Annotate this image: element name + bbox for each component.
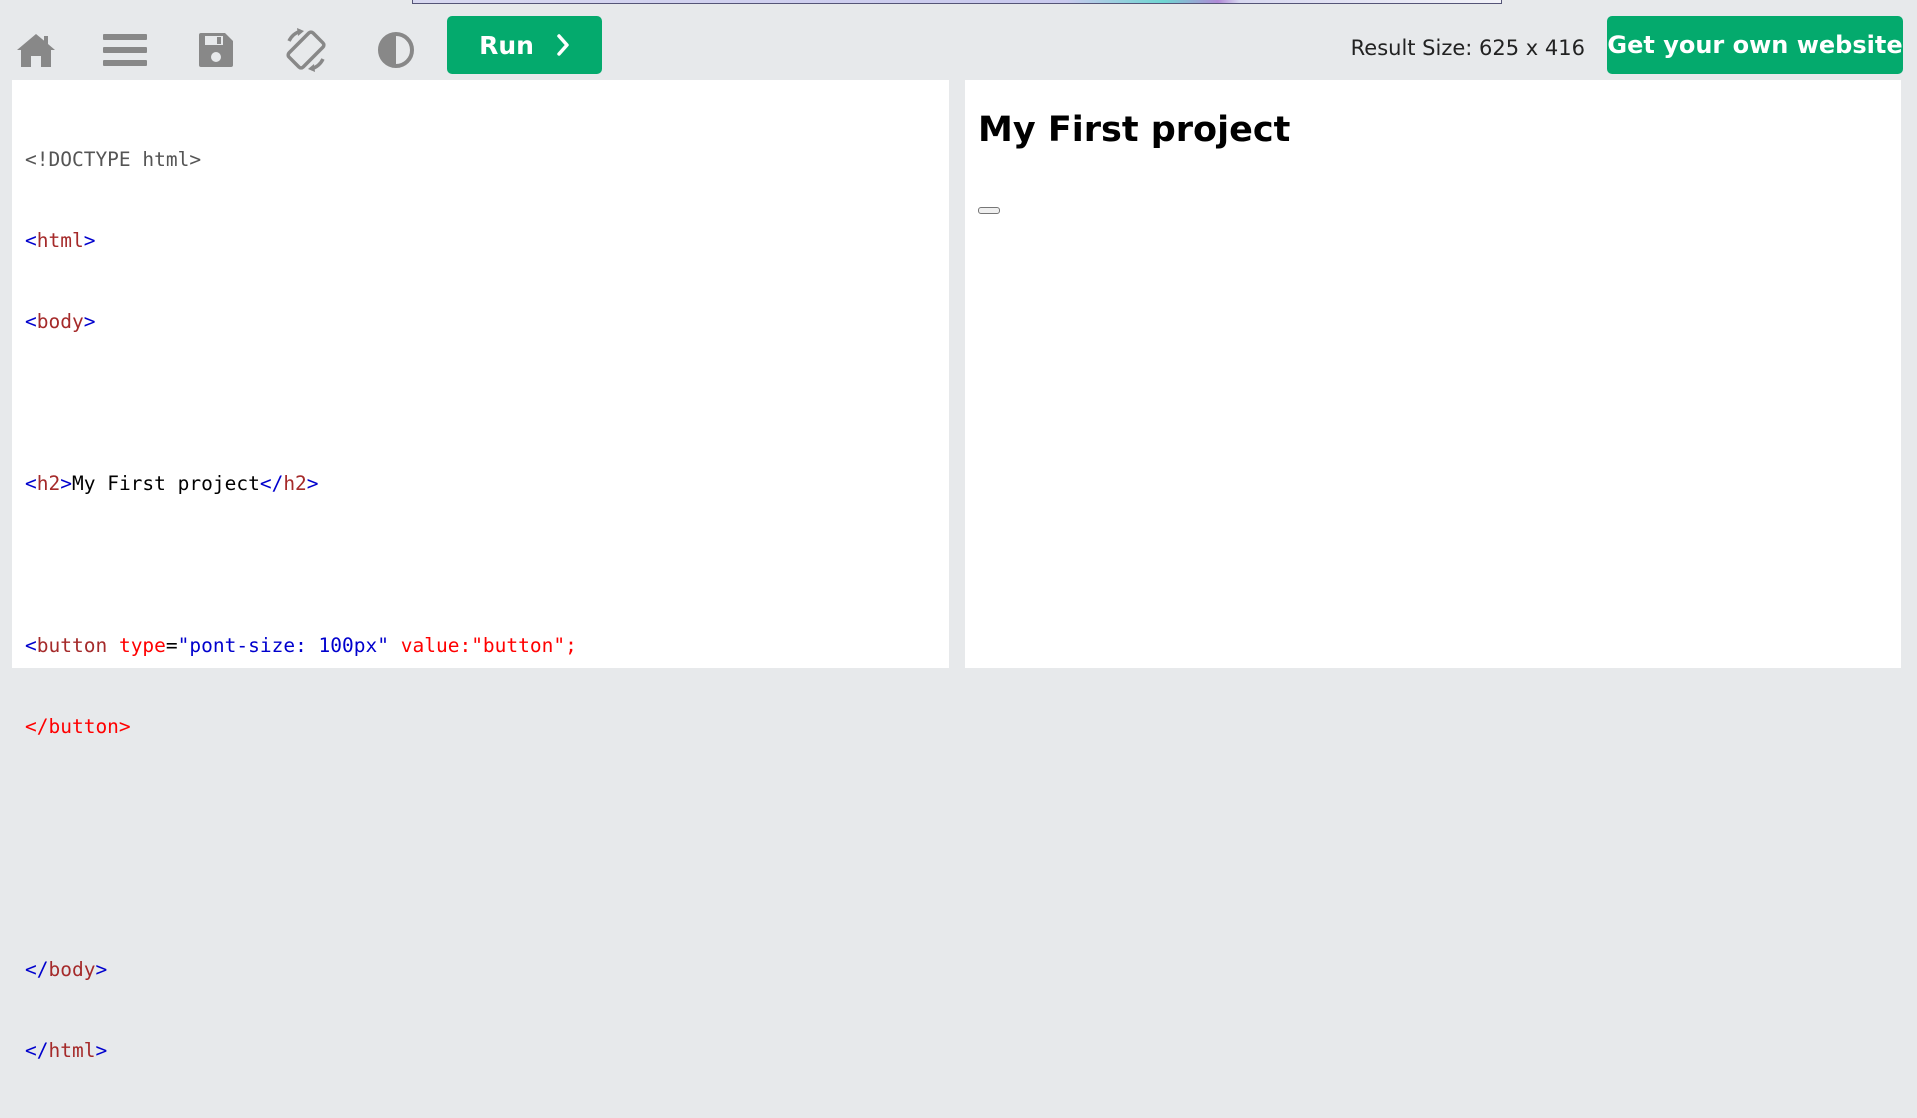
code-line: <button type="pont-size: 100px" value:"b… [25, 634, 577, 657]
result-button[interactable] [978, 207, 1000, 214]
ad-banner-strip [412, 0, 1502, 4]
result-heading: My First project [978, 110, 1291, 150]
code-line: </body> [25, 958, 108, 981]
code-line: <body> [25, 310, 96, 333]
rotate-icon[interactable] [282, 26, 330, 74]
code-line: <h2>My First project</h2> [25, 472, 319, 495]
pane-divider[interactable] [949, 80, 965, 668]
code-line: <!DOCTYPE html> [25, 148, 202, 171]
run-button-label: Run [479, 30, 534, 60]
code-line: </button> [25, 715, 131, 738]
code-content[interactable]: <!DOCTYPE html> <html> <body> <h2>My Fir… [25, 92, 577, 1118]
code-line: <html> [25, 229, 96, 252]
save-icon[interactable] [192, 26, 240, 74]
toolbar: Run Result Size: 625 x 416 Get your own … [0, 6, 1917, 78]
code-editor[interactable]: <!DOCTYPE html> <html> <body> <h2>My Fir… [12, 80, 949, 1062]
menu-icon[interactable] [101, 26, 149, 74]
contrast-icon[interactable] [372, 26, 420, 74]
code-line: </html> [25, 1039, 108, 1062]
get-your-own-website-button[interactable]: Get your own website [1607, 16, 1903, 74]
chevron-right-icon [556, 34, 570, 56]
result-size-label: Result Size: 625 x 416 [1350, 36, 1585, 60]
home-icon[interactable] [12, 26, 60, 74]
run-button[interactable]: Run [447, 16, 602, 74]
result-pane: My First project [965, 80, 1901, 668]
